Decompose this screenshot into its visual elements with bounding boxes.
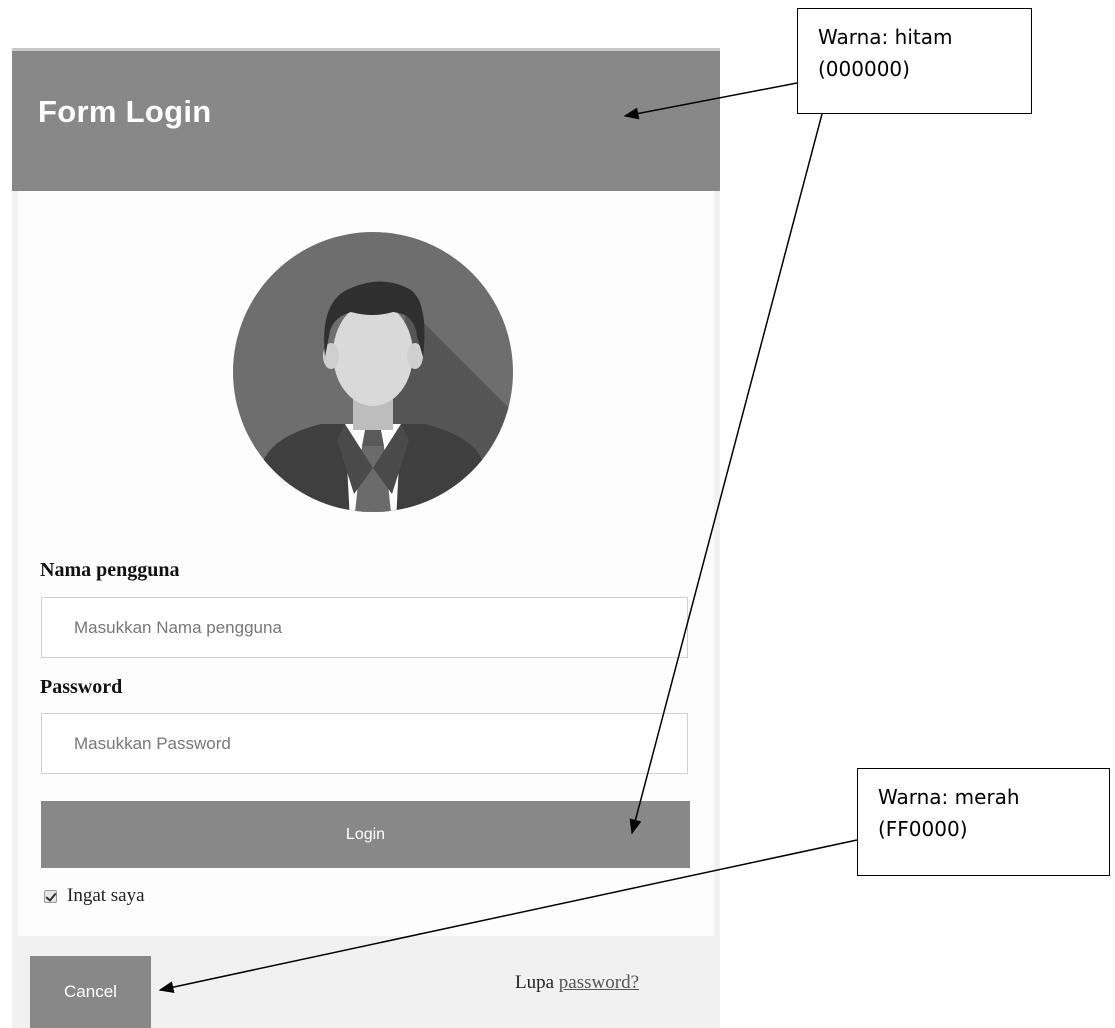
annotation-black-line2: (000000) — [818, 57, 910, 81]
annotation-red-line1: Warna: merah — [878, 785, 1020, 809]
login-card: Form Login Nama pengguna Masukkan Nama p… — [12, 48, 720, 1028]
password-label: Password — [40, 676, 123, 698]
forgot-prefix: Lupa — [515, 972, 559, 993]
avatar — [233, 232, 513, 512]
username-input[interactable] — [41, 597, 688, 658]
annotation-black-line1: Warna: hitam — [818, 25, 953, 49]
annotation-red: Warna: merah (FF0000) — [857, 768, 1110, 876]
forgot-password: Lupa password? — [515, 972, 639, 994]
cancel-button[interactable]: Cancel — [30, 956, 151, 1028]
remember-checkbox[interactable] — [44, 889, 57, 903]
annotation-red-line2: (FF0000) — [878, 817, 968, 841]
form-body: Nama pengguna Password Login Ingat saya — [18, 191, 714, 936]
remember-me[interactable]: Ingat saya — [44, 885, 145, 907]
login-button[interactable]: Login — [41, 801, 690, 868]
password-input[interactable] — [41, 713, 688, 774]
annotation-black: Warna: hitam (000000) — [797, 8, 1032, 114]
form-header: Form Login — [12, 51, 720, 191]
username-label: Nama pengguna — [40, 559, 180, 581]
form-title: Form Login — [38, 94, 212, 129]
forgot-password-link[interactable]: password? — [559, 972, 639, 993]
remember-label: Ingat saya — [67, 885, 145, 906]
